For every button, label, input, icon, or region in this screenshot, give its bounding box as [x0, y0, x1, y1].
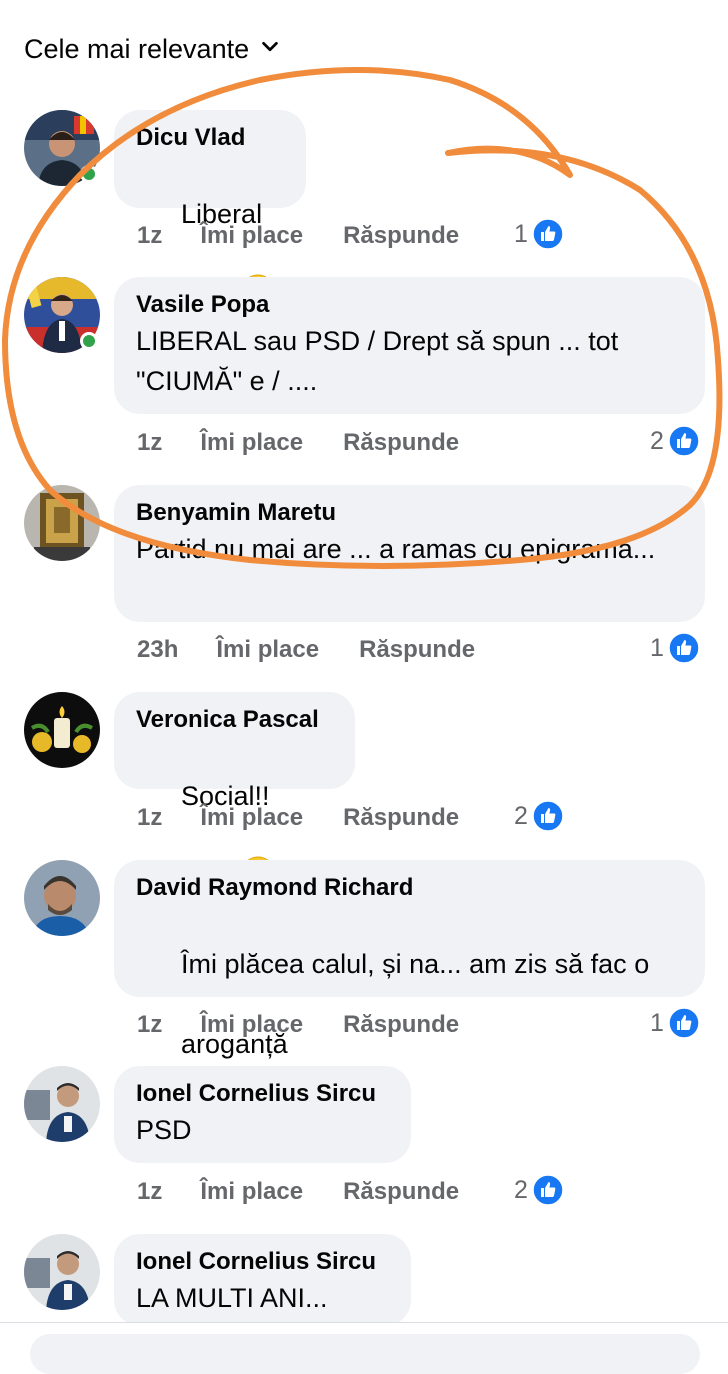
thumbs-up-icon: [668, 425, 700, 457]
comment-author[interactable]: David Raymond Richard: [136, 872, 683, 904]
comment-bubble[interactable]: Vasile Popa LIBERAL sau PSD / Drept să s…: [114, 277, 705, 414]
comment-timestamp[interactable]: 1z: [137, 804, 162, 832]
thumbs-up-icon: [532, 1174, 564, 1206]
online-status-indicator: [80, 332, 98, 350]
thumbs-up-icon: [668, 632, 700, 664]
comment-author[interactable]: Ionel Cornelius Sircu: [136, 1078, 389, 1110]
reaction-count[interactable]: 2: [650, 425, 700, 457]
comment-author[interactable]: Veronica Pascal: [136, 704, 333, 736]
comment-timestamp[interactable]: 1z: [137, 222, 162, 250]
comment-bubble[interactable]: Ionel Cornelius Sircu PSD: [114, 1066, 411, 1163]
reaction-count-value: 1: [650, 1008, 664, 1037]
reply-button[interactable]: Răspunde: [343, 1011, 459, 1039]
like-button[interactable]: Îmi place: [200, 804, 303, 832]
reaction-count[interactable]: 2: [514, 1174, 564, 1206]
reply-button[interactable]: Răspunde: [359, 636, 475, 664]
comment-timestamp[interactable]: 23h: [137, 636, 178, 664]
comment-author[interactable]: Benyamin Maretu: [136, 497, 683, 529]
comment-text-line: Îmi plăcea calul, și na... am zis să fac…: [181, 949, 650, 979]
reaction-count-value: 2: [650, 426, 664, 455]
comment-bubble[interactable]: Ionel Cornelius Sircu LA MULTI ANI...: [114, 1234, 411, 1326]
comment-author[interactable]: Vasile Popa: [136, 289, 683, 321]
comment-input[interactable]: [30, 1334, 700, 1374]
chevron-down-icon: [259, 34, 281, 65]
like-button[interactable]: Îmi place: [200, 1178, 303, 1206]
comment-text: LIBERAL sau PSD / Drept să spun ... tot …: [136, 326, 626, 396]
comment-bubble[interactable]: David Raymond Richard Îmi plăcea calul, …: [114, 860, 705, 1138]
thumbs-up-icon: [532, 800, 564, 832]
sort-label: Cele mai relevante: [24, 34, 250, 64]
avatar[interactable]: [24, 1234, 100, 1310]
comment-timestamp[interactable]: 1z: [137, 429, 162, 457]
like-button[interactable]: Îmi place: [200, 429, 303, 457]
comment-text: Partid nu mai are ... a ramas cu epigram…: [136, 534, 656, 564]
reaction-count[interactable]: 1: [514, 218, 564, 250]
sort-dropdown[interactable]: Cele mai relevante: [24, 34, 281, 65]
comment-bubble[interactable]: Dicu Vlad Liberal: [114, 110, 306, 308]
avatar[interactable]: [24, 485, 100, 561]
comment-author[interactable]: Ionel Cornelius Sircu: [136, 1246, 389, 1278]
like-button[interactable]: Îmi place: [200, 222, 303, 250]
reaction-count[interactable]: 1: [650, 632, 700, 664]
like-button[interactable]: Îmi place: [216, 636, 319, 664]
comment-bubble[interactable]: Benyamin Maretu Partid nu mai are ... a …: [114, 485, 705, 622]
like-button[interactable]: Îmi place: [200, 1011, 303, 1039]
avatar[interactable]: [24, 1066, 100, 1142]
reaction-count[interactable]: 1: [650, 1007, 700, 1039]
reaction-count-value: 1: [650, 633, 664, 662]
reply-button[interactable]: Răspunde: [343, 429, 459, 457]
avatar[interactable]: [24, 692, 100, 768]
reaction-count-value: 2: [514, 1175, 528, 1204]
avatar[interactable]: [24, 860, 100, 936]
reply-button[interactable]: Răspunde: [343, 804, 459, 832]
comment-text: LA MULTI ANI...: [136, 1283, 328, 1313]
online-status-indicator: [80, 165, 98, 183]
reaction-count-value: 1: [514, 219, 528, 248]
reaction-count[interactable]: 2: [514, 800, 564, 832]
thumbs-up-icon: [668, 1007, 700, 1039]
comment-timestamp[interactable]: 1z: [137, 1011, 162, 1039]
reaction-count-value: 2: [514, 801, 528, 830]
comment-text: PSD: [136, 1115, 192, 1145]
comment-author[interactable]: Dicu Vlad: [136, 122, 284, 154]
comment-timestamp[interactable]: 1z: [137, 1178, 162, 1206]
reply-button[interactable]: Răspunde: [343, 1178, 459, 1206]
reply-button[interactable]: Răspunde: [343, 222, 459, 250]
thumbs-up-icon: [532, 218, 564, 250]
comment-bubble[interactable]: Veronica Pascal Social!!: [114, 692, 355, 890]
